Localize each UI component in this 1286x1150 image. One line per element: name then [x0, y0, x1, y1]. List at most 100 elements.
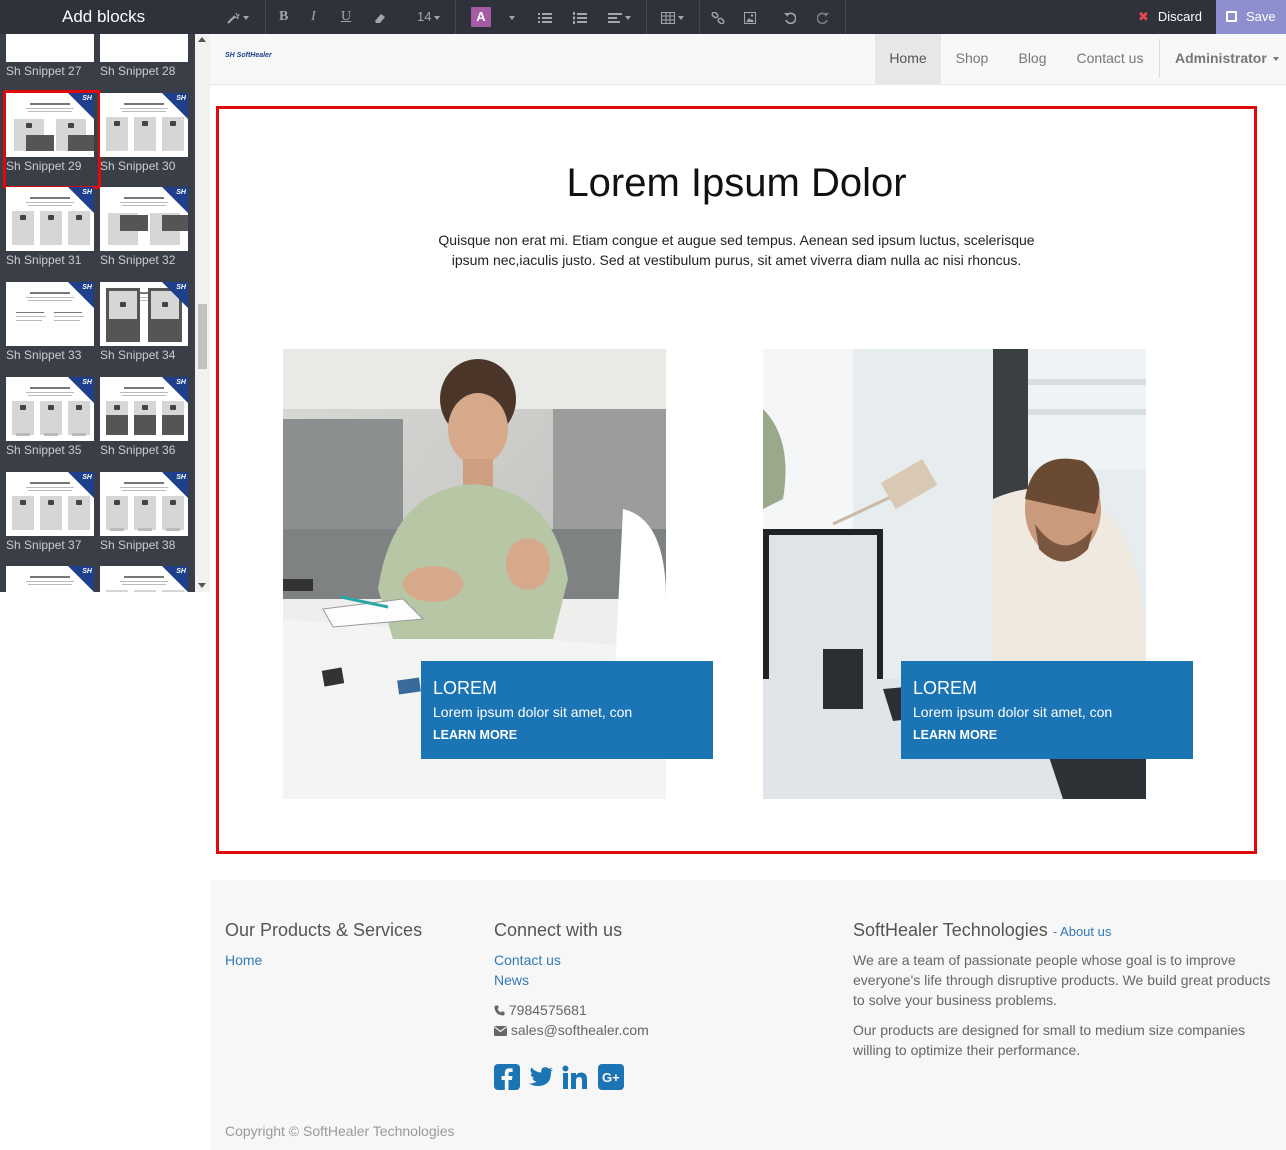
table-dropdown[interactable] — [661, 0, 684, 34]
footer-link-news[interactable]: News — [494, 972, 529, 988]
nav-blog[interactable]: Blog — [1003, 34, 1062, 84]
selected-snippet-outline — [3, 89, 101, 189]
unordered-list-button[interactable] — [538, 0, 552, 34]
google-plus-icon[interactable]: G+ — [598, 1064, 624, 1090]
snippet-list[interactable]: Sh Snippet 27 Sh Snippet 28 SH Sh Snippet 2… — [0, 34, 195, 592]
bold-button[interactable]: B — [279, 0, 288, 34]
footer-phone: 7984575681 — [494, 1000, 587, 1020]
section-description: Quisque non erat mi. Etiam congue et aug… — [438, 232, 1035, 268]
learn-more-link[interactable]: LEARN MORE — [433, 728, 701, 742]
nav-home[interactable]: Home — [875, 34, 941, 84]
card-title: LOREM — [913, 678, 978, 698]
redo-icon — [816, 12, 829, 24]
phone-number: 7984575681 — [508, 1002, 587, 1018]
text-color-button[interactable]: A — [471, 7, 491, 27]
card-text: Lorem ipsum dolor sit amet, con — [433, 704, 633, 720]
snippet-thumbnail: SH — [100, 376, 188, 441]
snippet-label: Sh Snippet 31 — [6, 253, 82, 268]
snippet-thumbnail: SH — [100, 566, 188, 592]
snippet-label: Sh Snippet 33 — [6, 348, 82, 363]
footer-connect-heading: Connect with us — [494, 920, 623, 940]
section-title: Lorem Ipsum Dolor — [566, 161, 907, 205]
align-dropdown[interactable] — [608, 0, 631, 34]
snippet-label: Sh Snippet 37 — [6, 537, 82, 552]
style-dropdown[interactable] — [227, 0, 249, 34]
link-button[interactable] — [711, 0, 725, 34]
learn-more-link[interactable]: LEARN MORE — [913, 728, 1181, 742]
footer-link-home[interactable]: Home — [225, 952, 262, 968]
footer-link-contact-us[interactable]: Contact us — [494, 952, 561, 968]
copyright-text: Copyright © SoftHealer Technologies — [225, 1123, 455, 1139]
nav-shop[interactable]: Shop — [941, 34, 1003, 84]
scroll-up-arrow-icon[interactable] — [198, 37, 206, 42]
svg-text:G+: G+ — [602, 1070, 620, 1085]
link-icon — [711, 11, 725, 24]
chevron-down-icon — [1272, 57, 1279, 62]
about-us-link[interactable]: - About us — [1053, 924, 1112, 939]
nav-divider — [1159, 39, 1160, 78]
snippet-sh-snippet-36[interactable]: SH Sh Snippet 36 — [100, 376, 188, 457]
snippet-thumbnail: SH — [100, 92, 188, 157]
font-size-dropdown[interactable]: 14 — [417, 0, 441, 34]
undo-button[interactable] — [784, 0, 797, 34]
snippet-thumbnail: SH — [6, 187, 94, 252]
snippet-sh-snippet-28[interactable]: Sh Snippet 28 — [100, 34, 188, 78]
snippet-label: Sh Snippet 28 — [100, 64, 176, 78]
image-icon — [744, 11, 756, 24]
color-dropdown-caret[interactable] — [506, 0, 515, 34]
snippet-thumbnail: SH — [6, 471, 94, 536]
footer-email: sales@softhealer.com — [494, 1020, 649, 1040]
feature-card-1: LOREM Lorem ipsum dolor sit amet, con LE… — [421, 661, 713, 759]
footer-products-heading: Our Products & Services — [225, 920, 423, 940]
email-address: sales@softhealer.com — [510, 1022, 649, 1038]
save-button[interactable]: Save — [1216, 0, 1286, 34]
snippet-label: Sh Snippet 34 — [100, 348, 176, 363]
snippet-sh-snippet-32[interactable]: SH Sh Snippet 32 — [100, 187, 188, 267]
feature-card-2: LOREM Lorem ipsum dolor sit amet, con LE… — [901, 661, 1193, 759]
snippet-sh-snippet-35[interactable]: SH Sh Snippet 35 — [6, 376, 94, 457]
snippet-sh-snippet-37[interactable]: SH Sh Snippet 37 — [6, 471, 94, 552]
image-button[interactable] — [744, 0, 756, 34]
site-footer: Our Products & Services Home Connect wit… — [210, 880, 1286, 1150]
underline-button[interactable]: U — [341, 0, 351, 34]
snippet-partial[interactable]: SH — [100, 566, 188, 592]
snippet-sh-snippet-27[interactable]: Sh Snippet 27 — [6, 34, 94, 78]
snippet-sh-snippet-33[interactable]: SH Sh Snippet 33 — [6, 282, 94, 362]
snippet-partial[interactable]: SH — [6, 566, 94, 592]
footer-company-heading: SoftHealer Technologies - About us — [853, 920, 1111, 941]
snippet-sh-snippet-29[interactable]: SH Sh Snippet 29 — [3, 89, 101, 189]
font-size-value: 14 — [417, 9, 432, 24]
snippet-thumbnail — [6, 34, 94, 62]
panel-title: Add blocks — [0, 0, 210, 34]
site-navbar: SH SoftHealer Home Shop Blog Contact us … — [210, 34, 1286, 85]
selected-snippet-block[interactable]: Lorem Ipsum Dolor Quisque non erat mi. E… — [216, 106, 1257, 854]
company-name: SoftHealer Technologies — [853, 920, 1048, 940]
snippet-label: Sh Snippet 35 — [6, 442, 82, 457]
user-menu[interactable]: Administrator — [1175, 34, 1279, 84]
snippet-thumbnail — [100, 34, 188, 62]
undo-icon — [784, 12, 797, 24]
snippet-sh-snippet-34[interactable]: SH Sh Snippet 34 — [100, 282, 188, 362]
snippet-thumbnail: SH — [100, 282, 188, 347]
site-logo[interactable]: SH SoftHealer — [225, 52, 272, 59]
snippet-label: Sh Snippet 32 — [100, 253, 176, 268]
redo-button[interactable] — [816, 0, 829, 34]
linkedin-icon[interactable] — [562, 1064, 588, 1090]
panel-scrollbar[interactable] — [195, 34, 210, 592]
italic-button[interactable]: I — [311, 0, 316, 34]
twitter-icon[interactable] — [528, 1064, 554, 1090]
discard-button[interactable]: ✖ Discard — [1126, 0, 1216, 34]
facebook-icon[interactable] — [494, 1064, 520, 1090]
scrollbar-thumb[interactable] — [198, 304, 207, 369]
eraser-button[interactable] — [373, 0, 387, 34]
snippet-sh-snippet-31[interactable]: SH Sh Snippet 31 — [6, 187, 94, 267]
eraser-icon — [375, 13, 385, 23]
card-title: LOREM — [433, 678, 498, 698]
scroll-down-arrow-icon[interactable] — [198, 583, 206, 588]
snippet-sh-snippet-38[interactable]: SH Sh Snippet 38 — [100, 471, 188, 552]
snippet-sh-snippet-30[interactable]: SH Sh Snippet 30 — [100, 92, 188, 173]
nav-contact-us[interactable]: Contact us — [1062, 34, 1158, 84]
ordered-list-button[interactable] — [573, 0, 587, 34]
footer-about-paragraph-1: We are a team of passionate people whose… — [853, 952, 1271, 1008]
user-menu-label: Administrator — [1175, 50, 1267, 66]
